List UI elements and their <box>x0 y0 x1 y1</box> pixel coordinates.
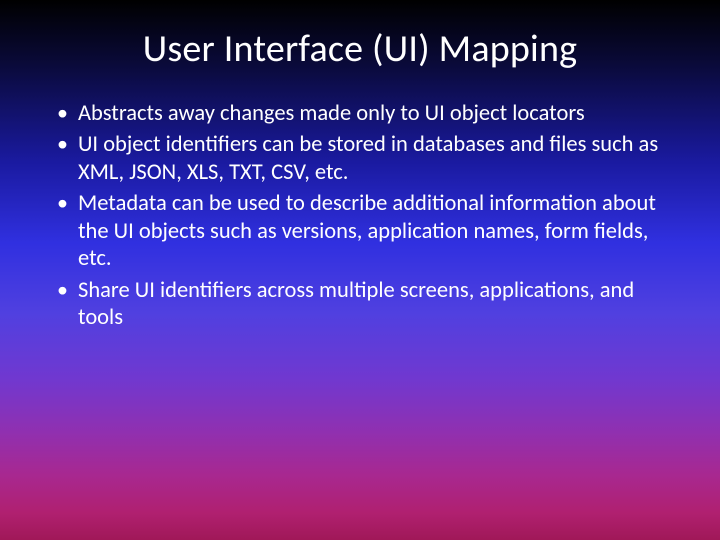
bullet-item: Share UI identifiers across multiple scr… <box>54 277 672 332</box>
bullet-list: Abstracts away changes made only to UI o… <box>54 100 672 332</box>
bullet-item: Abstracts away changes made only to UI o… <box>54 100 672 127</box>
slide: User Interface (UI) Mapping Abstracts aw… <box>0 0 720 540</box>
bullet-item: UI object identifiers can be stored in d… <box>54 131 672 186</box>
slide-title: User Interface (UI) Mapping <box>48 20 672 72</box>
bullet-item: Metadata can be used to describe additio… <box>54 190 672 272</box>
